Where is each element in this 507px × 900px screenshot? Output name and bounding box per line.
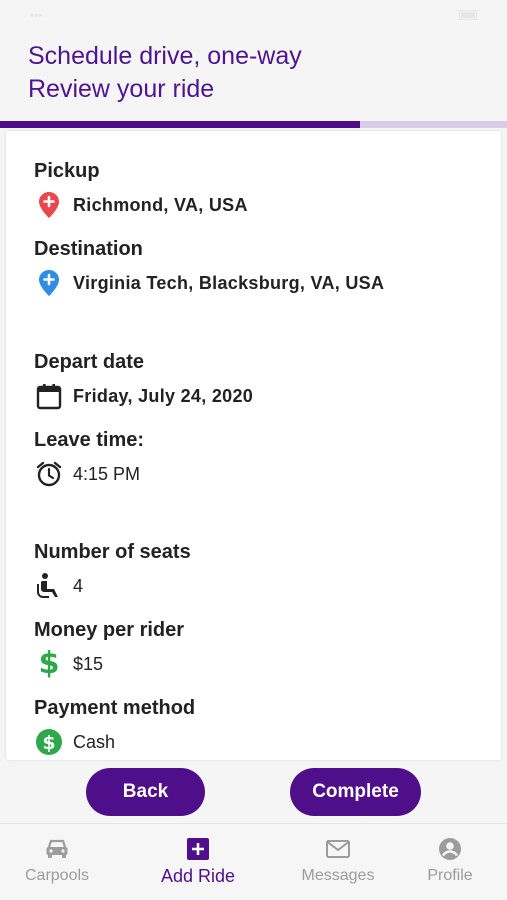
svg-text:$: $ <box>42 732 55 754</box>
battery-icon <box>459 10 477 20</box>
destination-field: Destination Virginia Tech, Blacksburg, V… <box>34 236 384 300</box>
leave-time-value: 4:15 PM <box>73 463 141 484</box>
calendar-icon <box>34 381 64 411</box>
pickup-row: Richmond, VA, USA <box>34 188 248 222</box>
payment-row: $ Cash <box>34 725 195 759</box>
page-subtitle: Review your ride <box>28 75 215 103</box>
nav-messages[interactable]: Messages <box>283 836 393 885</box>
payment-value: Cash <box>73 731 116 752</box>
payment-label: Payment method <box>34 697 196 719</box>
money-row: $ $15 <box>34 647 184 681</box>
add-box-icon <box>185 836 211 862</box>
nav-messages-label: Messages <box>301 867 375 884</box>
status-right <box>459 10 477 20</box>
seats-value: 4 <box>73 575 84 596</box>
pickup-label: Pickup <box>34 160 100 182</box>
seats-field: Number of seats 4 <box>34 539 191 603</box>
nav-add-ride[interactable]: Add Ride <box>143 836 253 887</box>
seat-icon <box>34 571 64 601</box>
depart-date-field: Depart date Friday, July 24, 2020 <box>34 349 253 413</box>
signal-icon: ▪▪▪ <box>30 8 43 22</box>
car-icon <box>44 836 70 862</box>
review-card: Pickup Richmond, VA, USA Destination Vir… <box>6 131 501 760</box>
payment-field: Payment method $ Cash <box>34 695 195 759</box>
pickup-field: Pickup Richmond, VA, USA <box>34 158 248 222</box>
leave-time-field: Leave time: 4:15 PM <box>34 427 144 491</box>
depart-date-value: Friday, July 24, 2020 <box>73 385 254 406</box>
location-pin-red-icon <box>34 190 64 220</box>
bottom-navigation: Carpools Add Ride Messages Profile <box>0 823 507 900</box>
dollar-icon: $ <box>38 646 60 681</box>
alarm-clock-icon <box>34 459 64 489</box>
depart-date-row: Friday, July 24, 2020 <box>34 379 253 413</box>
progress-fill <box>0 121 360 128</box>
status-left: ▪▪▪ <box>30 8 43 22</box>
nav-add-ride-label: Add Ride <box>160 866 236 886</box>
seats-label: Number of seats <box>34 541 191 563</box>
money-value: $15 <box>73 653 104 674</box>
progress-bar <box>0 121 507 128</box>
leave-time-label: Leave time: <box>34 429 145 451</box>
leave-time-row: 4:15 PM <box>34 457 144 491</box>
mail-icon <box>325 836 351 862</box>
status-bar: ▪▪▪ <box>0 0 507 30</box>
page-header: Schedule drive, one-way Review your ride <box>28 40 488 106</box>
nav-carpools-label: Carpools <box>24 867 90 884</box>
destination-row: Virginia Tech, Blacksburg, VA, USA <box>34 266 384 300</box>
depart-date-label: Depart date <box>34 351 145 373</box>
complete-button[interactable]: Complete <box>290 768 421 816</box>
destination-value: Virginia Tech, Blacksburg, VA, USA <box>73 272 385 293</box>
nav-profile[interactable]: Profile <box>395 836 505 885</box>
pickup-value: Richmond, VA, USA <box>73 194 248 215</box>
money-label: Money per rider <box>34 619 185 641</box>
account-circle-icon <box>437 836 463 862</box>
action-buttons: Back Complete <box>0 768 507 818</box>
nav-carpools[interactable]: Carpools <box>2 836 112 885</box>
cash-icon: $ <box>34 727 64 757</box>
page-title: Schedule drive, one-way <box>28 42 302 70</box>
location-pin-blue-icon <box>34 268 64 298</box>
money-field: Money per rider $ $15 <box>34 617 184 681</box>
destination-label: Destination <box>34 238 143 260</box>
nav-profile-label: Profile <box>427 867 473 884</box>
back-button[interactable]: Back <box>86 768 205 816</box>
seats-row: 4 <box>34 569 191 603</box>
